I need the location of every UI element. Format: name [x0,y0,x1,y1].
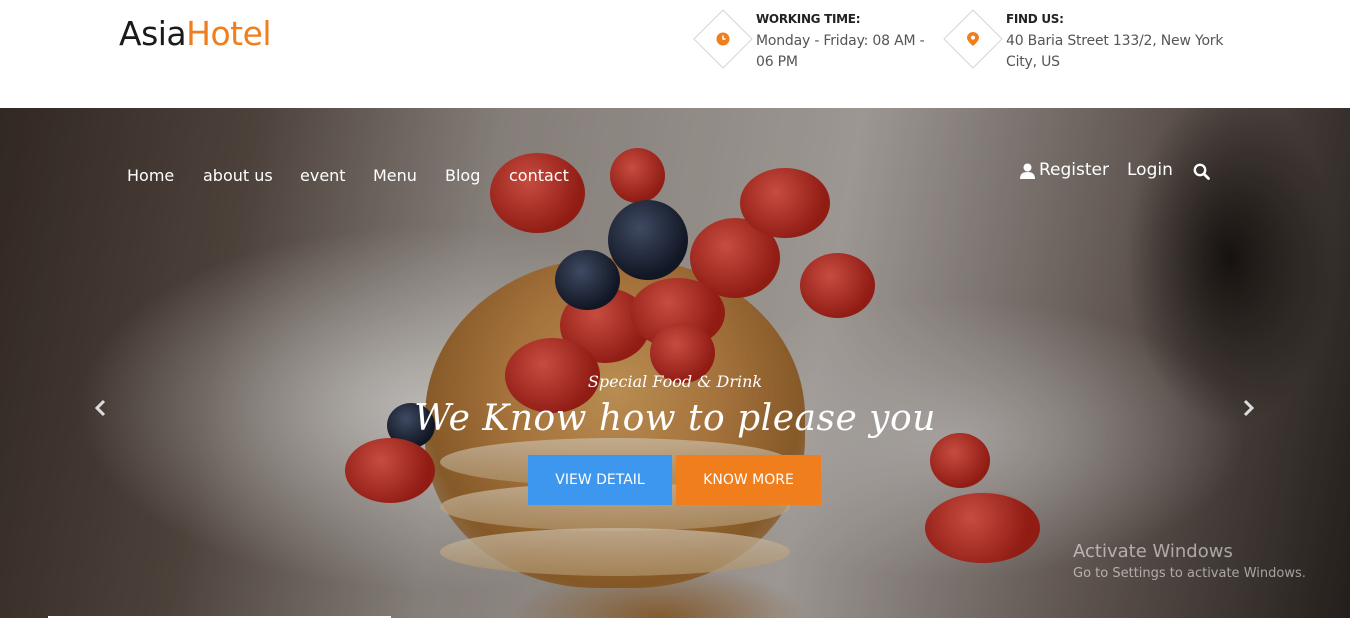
nav-item-about-us[interactable]: about us [203,166,273,185]
logo-part-hotel: Hotel [186,14,272,53]
find-us-title: FIND US: [1006,12,1064,26]
working-time-title: WORKING TIME: [756,12,861,26]
working-time-text: Monday - Friday: 08 AM - 06 PM [756,33,925,70]
know-more-button[interactable]: KNOW MORE [676,455,821,505]
clock-icon [694,10,752,68]
map-pin-icon [944,10,1002,68]
logo-part-asia: Asia [119,14,187,53]
nav-item-menu[interactable]: Menu [373,166,417,185]
windows-activation-subtitle: Go to Settings to activate Windows. [1073,566,1306,581]
hero-headline: We Know how to please you [414,398,936,439]
nav-item-event[interactable]: event [300,166,346,185]
site-logo[interactable]: AsiaHotel [119,14,272,53]
search-icon[interactable] [1193,163,1210,184]
nav-item-contact[interactable]: contact [509,166,569,185]
view-detail-button[interactable]: VIEW DETAIL [528,455,672,505]
hero-subtitle: Special Food & Drink [587,372,763,391]
find-us-text: 40 Baria Street 133/2, New York City, US [1006,33,1224,70]
nav-item-home[interactable]: Home [127,166,174,185]
register-link[interactable]: Register [1039,160,1109,180]
hero-slider: Home about us event Menu Blog contact Re… [0,108,1350,618]
user-icon [1020,163,1035,183]
login-link[interactable]: Login [1127,160,1173,180]
top-header: AsiaHotel WORKING TIME: Monday - Friday:… [0,0,1350,108]
windows-activation-title: Activate Windows [1073,541,1233,562]
nav-item-blog[interactable]: Blog [445,166,480,185]
